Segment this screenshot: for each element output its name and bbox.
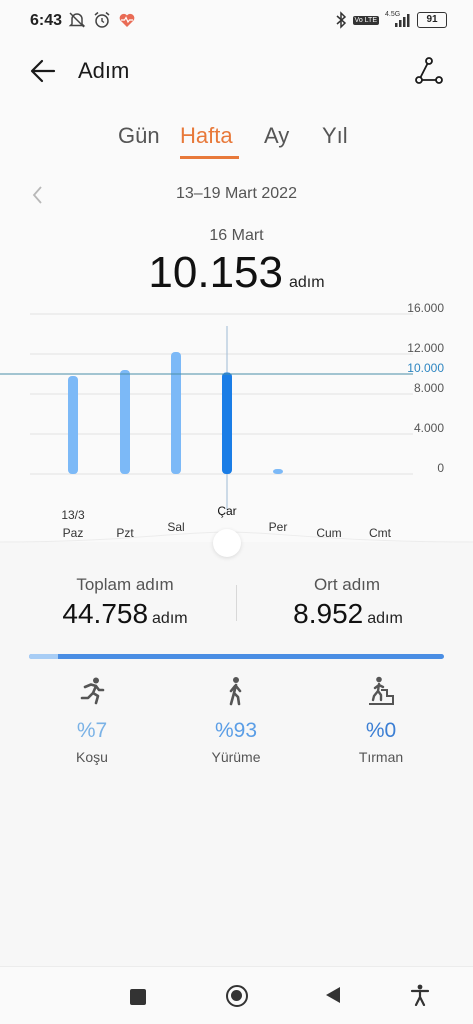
average-steps-block: 8.952 adım (238, 598, 458, 630)
status-time: 6:43 (30, 12, 63, 29)
muted-bell-icon (68, 12, 86, 28)
activity-running: %7 Koşu (32, 676, 152, 765)
stats-divider (236, 585, 237, 621)
climbing-label: Tırman (358, 749, 404, 765)
chart-bar (68, 376, 78, 474)
tab-day[interactable]: Gün (118, 123, 160, 149)
status-icons-right: Vo LTE 4.5G 91 (335, 11, 447, 29)
total-steps-block: 44.758 adım (15, 598, 235, 630)
climbing-icon (369, 676, 394, 705)
tab-year[interactable]: Yıl (322, 123, 348, 149)
volte-icon: Vo LTE (352, 15, 379, 25)
heart-rate-icon (119, 13, 135, 27)
selected-unit: adım (289, 274, 325, 291)
walking-label: Yürüme (211, 749, 261, 765)
selected-date: 16 Mart (209, 227, 264, 244)
back-triangle-icon[interactable] (326, 987, 340, 1003)
total-steps-label: Toplam adım (76, 575, 174, 594)
date-range: 13–19 Mart 2022 (176, 185, 297, 202)
square-icon[interactable] (130, 989, 146, 1005)
status-icons-left (68, 11, 136, 29)
average-steps-label: Ort adım (313, 575, 381, 594)
accessibility-icon[interactable] (410, 984, 430, 1011)
x-tick-label: Çar (217, 504, 236, 518)
chart-bar (171, 352, 181, 474)
walking-icon (229, 677, 242, 706)
activity-walking: %93 Yürüme (176, 676, 296, 765)
y-tick-label: 16.000 (407, 301, 444, 315)
home-circle-icon[interactable] (226, 985, 248, 1007)
tab-month[interactable]: Ay (264, 123, 289, 149)
chart-bar (222, 372, 232, 474)
tab-week-indicator (180, 156, 239, 159)
selected-value-block: 10.153 adım (0, 248, 473, 298)
arrow-left-icon (30, 59, 56, 83)
walking-percent: %93 (214, 719, 258, 742)
running-percent: %7 (76, 719, 108, 742)
battery-icon: 91 (417, 12, 447, 28)
activity-progress-running (29, 654, 58, 659)
alarm-clock-icon (94, 11, 110, 28)
average-line-label: 10.000 (407, 361, 444, 375)
x-date-label: 13/3 (61, 508, 85, 522)
y-tick-label: 12.000 (407, 341, 444, 355)
running-label: Koşu (76, 749, 108, 765)
tab-week[interactable]: Hafta (180, 123, 233, 149)
chart-bar (120, 370, 130, 474)
y-tick-label: 4.000 (414, 421, 444, 435)
status-bar: 6:43 Vo LTE 4.5G 91 (0, 0, 473, 42)
y-tick-label: 8.000 (414, 381, 444, 395)
climbing-percent: %0 (365, 719, 397, 742)
selected-value: 10.153 (148, 248, 283, 297)
share-button[interactable] (414, 56, 444, 86)
signal-icon: 4.5G (385, 11, 411, 29)
share-nodes-icon (415, 57, 443, 84)
chart-bar (273, 469, 283, 474)
system-nav-bar (0, 966, 473, 1024)
total-steps-value: 44.758 (62, 598, 149, 629)
activity-climbing: %0 Tırman (321, 676, 441, 765)
average-steps-value: 8.952 (293, 598, 364, 629)
scrubber-handle[interactable] (213, 529, 241, 557)
bluetooth-icon (336, 11, 346, 29)
page-title: Adım (78, 58, 130, 83)
steps-bar-chart[interactable]: 16.00012.0008.0004.000010.00013/3Paz Pzt S… (0, 300, 473, 550)
average-steps-unit: adım (367, 610, 403, 627)
activity-progress-bar (29, 654, 444, 659)
y-tick-label: 0 (437, 461, 444, 475)
running-icon (80, 677, 105, 705)
back-button[interactable] (28, 56, 58, 86)
total-steps-unit: adım (152, 610, 188, 627)
